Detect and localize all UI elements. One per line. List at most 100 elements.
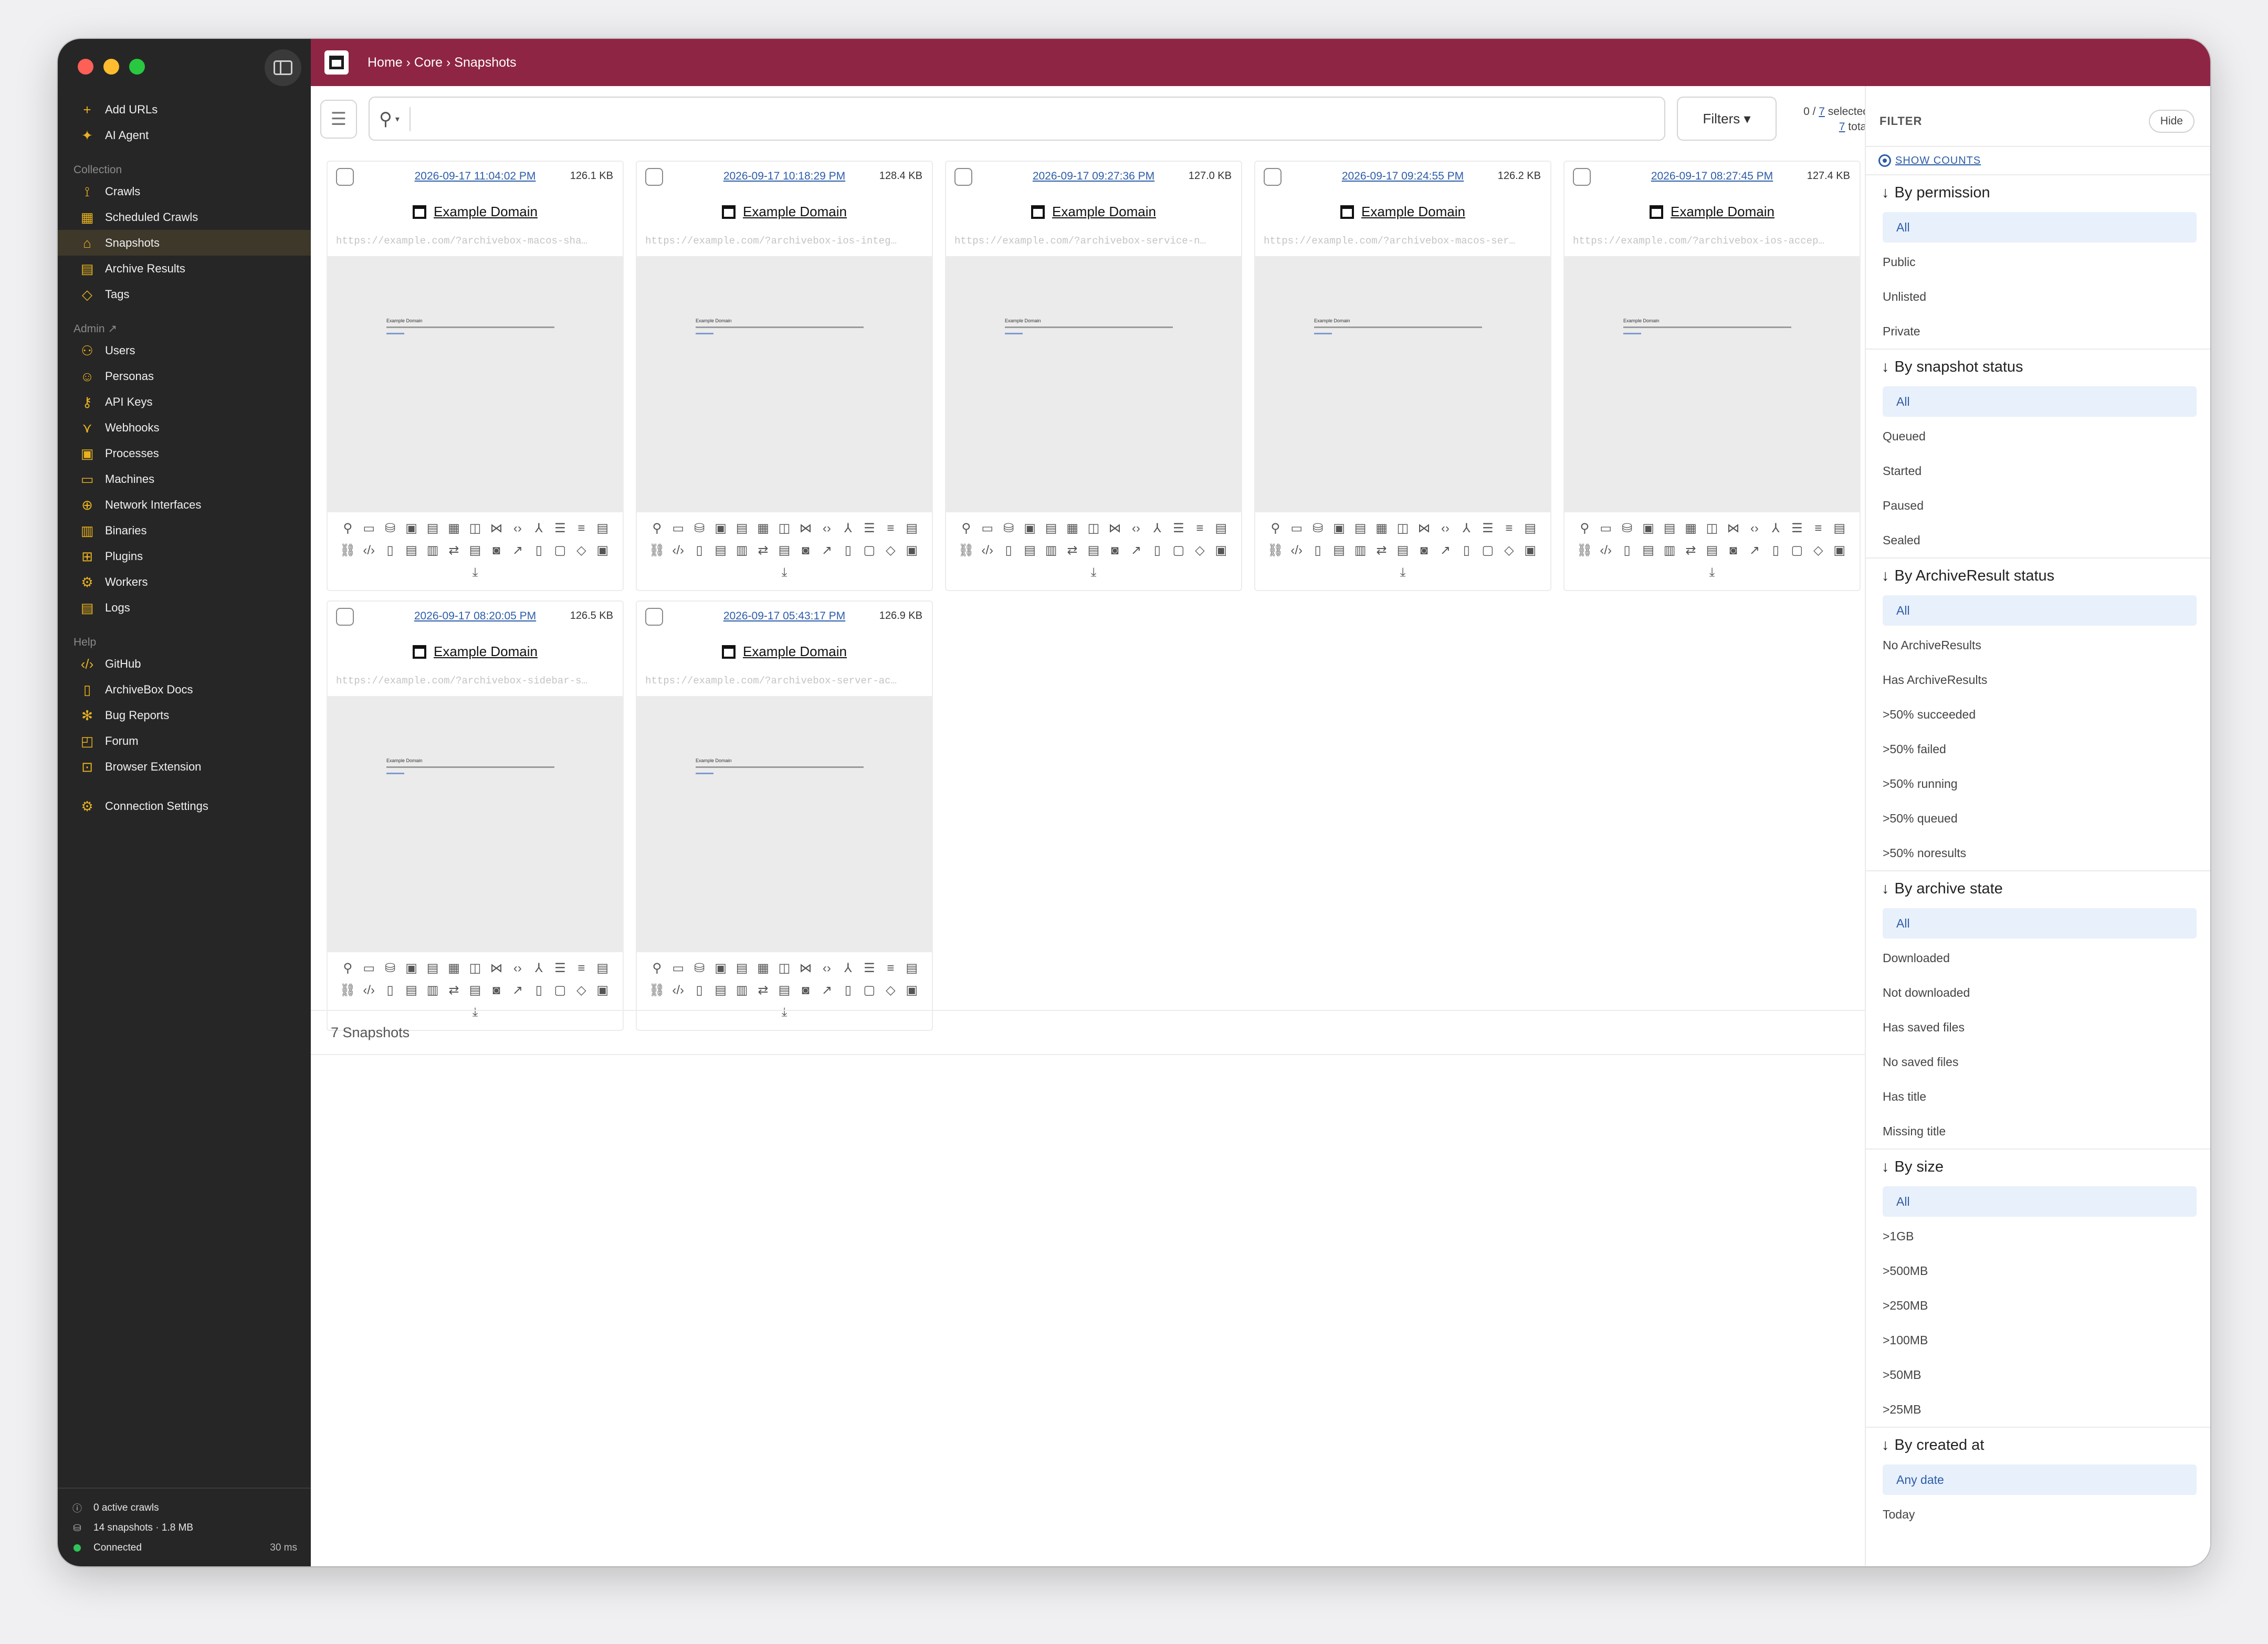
filter-group-heading[interactable]: ↓ By size <box>1866 1148 2210 1184</box>
archive-output-icon[interactable]: ↗ <box>1749 541 1760 561</box>
archive-output-icon[interactable]: ▯ <box>1624 541 1631 561</box>
minimize-window-button[interactable] <box>103 59 119 75</box>
archive-output-icon[interactable]: ⛁ <box>385 519 395 539</box>
archive-output-icon[interactable]: ▭ <box>672 519 684 539</box>
snapshot-card[interactable]: 2026-09-17 05:43:17 PM 126.9 KB Example Do… <box>636 600 933 1031</box>
snapshot-card[interactable]: 2026-09-17 08:20:05 PM 126.5 KB Example Do… <box>327 600 624 1031</box>
archive-output-icon[interactable]: ◫ <box>1706 519 1718 539</box>
filter-option[interactable]: Unlisted <box>1866 279 2210 314</box>
archive-output-icon[interactable]: ▤ <box>1642 541 1654 561</box>
selected-count-link[interactable]: 7 <box>1819 106 1825 118</box>
download-icon[interactable]: ⤓ <box>1400 563 1406 583</box>
snapshot-url[interactable]: https://example.com/?archivebox-macos-se… <box>1264 235 1542 247</box>
archive-output-icon[interactable]: ⇄ <box>1685 541 1696 561</box>
archive-output-icon[interactable]: ▢ <box>863 541 875 561</box>
snapshot-url[interactable]: https://example.com/?archivebox-ios-acce… <box>1573 235 1851 247</box>
filter-option[interactable]: >100MB <box>1866 1323 2210 1357</box>
sidebar-item-plugins[interactable]: ⊞ Plugins <box>58 543 311 569</box>
archive-output-icon[interactable]: ⅄ <box>535 519 543 539</box>
archive-output-icon[interactable]: ▤ <box>1833 519 1845 539</box>
archive-output-icon[interactable]: ▭ <box>1600 519 1612 539</box>
archive-output-icon[interactable]: ▦ <box>757 958 769 978</box>
archive-output-icon[interactable]: ⋈ <box>490 958 502 978</box>
archive-output-icon[interactable]: ⅄ <box>1772 519 1780 539</box>
archive-output-icon[interactable]: ◇ <box>886 541 895 561</box>
archive-output-icon[interactable]: ⚲ <box>961 519 971 539</box>
archive-output-icon[interactable]: ▯ <box>536 981 542 1000</box>
archive-output-icon[interactable]: ◇ <box>576 981 586 1000</box>
snapshot-thumbnail[interactable]: Example Domain <box>1564 256 1860 512</box>
archive-output-icon[interactable]: ▣ <box>405 519 417 539</box>
archive-output-icon[interactable]: ‹› <box>1750 519 1759 539</box>
archive-output-icon[interactable]: ⚲ <box>652 958 662 978</box>
archive-output-icon[interactable]: ◙ <box>1420 541 1428 561</box>
filter-option[interactable]: Sealed <box>1866 523 2210 557</box>
archive-output-icon[interactable]: ▢ <box>863 981 875 1000</box>
filter-option[interactable]: No saved files <box>1866 1045 2210 1079</box>
archive-output-icon[interactable]: ⛁ <box>694 958 705 978</box>
archive-output-icon[interactable]: ▦ <box>1066 519 1078 539</box>
filter-option[interactable]: All <box>1883 386 2197 417</box>
snapshot-card[interactable]: 2026-09-17 09:27:36 PM 127.0 KB Example Do… <box>945 161 1242 591</box>
archive-output-icon[interactable]: ▣ <box>1642 519 1654 539</box>
archive-output-icon[interactable]: ⚲ <box>343 519 352 539</box>
archive-output-icon[interactable]: ⇄ <box>448 541 459 561</box>
archive-output-icon[interactable]: ▣ <box>715 519 727 539</box>
archive-output-icon[interactable]: ▯ <box>387 541 394 561</box>
archive-output-icon[interactable]: ⚲ <box>1580 519 1589 539</box>
sidebar-item-forum[interactable]: ◰ Forum <box>58 728 311 754</box>
archive-output-icon[interactable]: ▤ <box>405 981 417 1000</box>
filter-option[interactable]: All <box>1883 908 2197 939</box>
archive-output-icon[interactable]: ▥ <box>427 981 439 1000</box>
archive-output-icon[interactable]: ≡ <box>1505 519 1513 539</box>
archive-output-icon[interactable]: ⛁ <box>1622 519 1632 539</box>
archive-output-icon[interactable]: ≡ <box>1814 519 1822 539</box>
archive-output-icon[interactable]: ▢ <box>554 541 566 561</box>
archive-output-icon[interactable]: ⇄ <box>448 981 459 1000</box>
snapshot-card[interactable]: 2026-09-17 10:18:29 PM 128.4 KB Example Do… <box>636 161 933 591</box>
archive-output-icon[interactable]: ‹/› <box>981 541 993 561</box>
zoom-window-button[interactable] <box>129 59 145 75</box>
sidebar-item-github[interactable]: ‹/› GitHub <box>58 651 311 677</box>
archive-output-icon[interactable]: ▤ <box>1045 519 1057 539</box>
archive-output-icon[interactable]: ▤ <box>779 541 791 561</box>
archive-output-icon[interactable]: ▤ <box>1088 541 1100 561</box>
archive-output-icon[interactable]: ⛓ <box>1577 541 1592 561</box>
sidebar-item-processes[interactable]: ▣ Processes <box>58 440 311 466</box>
archive-output-icon[interactable]: ⛁ <box>1003 519 1014 539</box>
archive-output-icon[interactable]: ◙ <box>802 541 810 561</box>
archive-output-icon[interactable]: ‹› <box>1441 519 1450 539</box>
archive-output-icon[interactable]: ≡ <box>887 519 894 539</box>
filter-option[interactable]: Has ArchiveResults <box>1866 662 2210 697</box>
filter-option[interactable]: >500MB <box>1866 1253 2210 1288</box>
archive-output-icon[interactable]: ⇄ <box>1067 541 1077 561</box>
archive-output-icon[interactable]: ▥ <box>1664 541 1676 561</box>
download-icon[interactable]: ⤓ <box>1091 563 1097 583</box>
archive-output-icon[interactable]: ▭ <box>363 519 375 539</box>
archive-output-icon[interactable]: ◫ <box>469 519 481 539</box>
snapshot-title-link[interactable]: Example Domain <box>637 644 932 660</box>
sidebar-item-bug-reports[interactable]: ✻ Bug Reports <box>58 702 311 728</box>
filter-option[interactable]: >50% noresults <box>1866 836 2210 870</box>
archive-output-icon[interactable]: ◫ <box>1397 519 1409 539</box>
filter-option[interactable]: Queued <box>1866 419 2210 454</box>
archive-output-icon[interactable]: ☰ <box>1173 519 1184 539</box>
archive-output-icon[interactable]: ⛓ <box>649 981 665 1000</box>
filter-group-heading[interactable]: ↓ By archive state <box>1866 870 2210 906</box>
archive-output-icon[interactable]: ▥ <box>1045 541 1057 561</box>
archive-output-icon[interactable]: ▤ <box>906 958 918 978</box>
archive-output-icon[interactable]: ▦ <box>1376 519 1388 539</box>
archive-output-icon[interactable]: ▣ <box>715 958 727 978</box>
archive-output-icon[interactable]: ⋈ <box>799 519 812 539</box>
filter-option[interactable]: >25MB <box>1866 1392 2210 1427</box>
archive-output-icon[interactable]: ⛁ <box>694 519 705 539</box>
archive-output-icon[interactable]: ◙ <box>1111 541 1119 561</box>
archive-output-icon[interactable]: ‹› <box>823 519 831 539</box>
archive-output-icon[interactable]: ☰ <box>1482 519 1494 539</box>
archive-output-icon[interactable]: ↗ <box>822 541 832 561</box>
snapshot-url[interactable]: https://example.com/?archivebox-server-a… <box>645 675 923 687</box>
archive-output-icon[interactable]: ⚲ <box>343 958 352 978</box>
sidebar-item-logs[interactable]: ▤ Logs <box>58 595 311 620</box>
filter-option[interactable]: >50% running <box>1866 766 2210 801</box>
archive-output-icon[interactable]: ◇ <box>1195 541 1204 561</box>
